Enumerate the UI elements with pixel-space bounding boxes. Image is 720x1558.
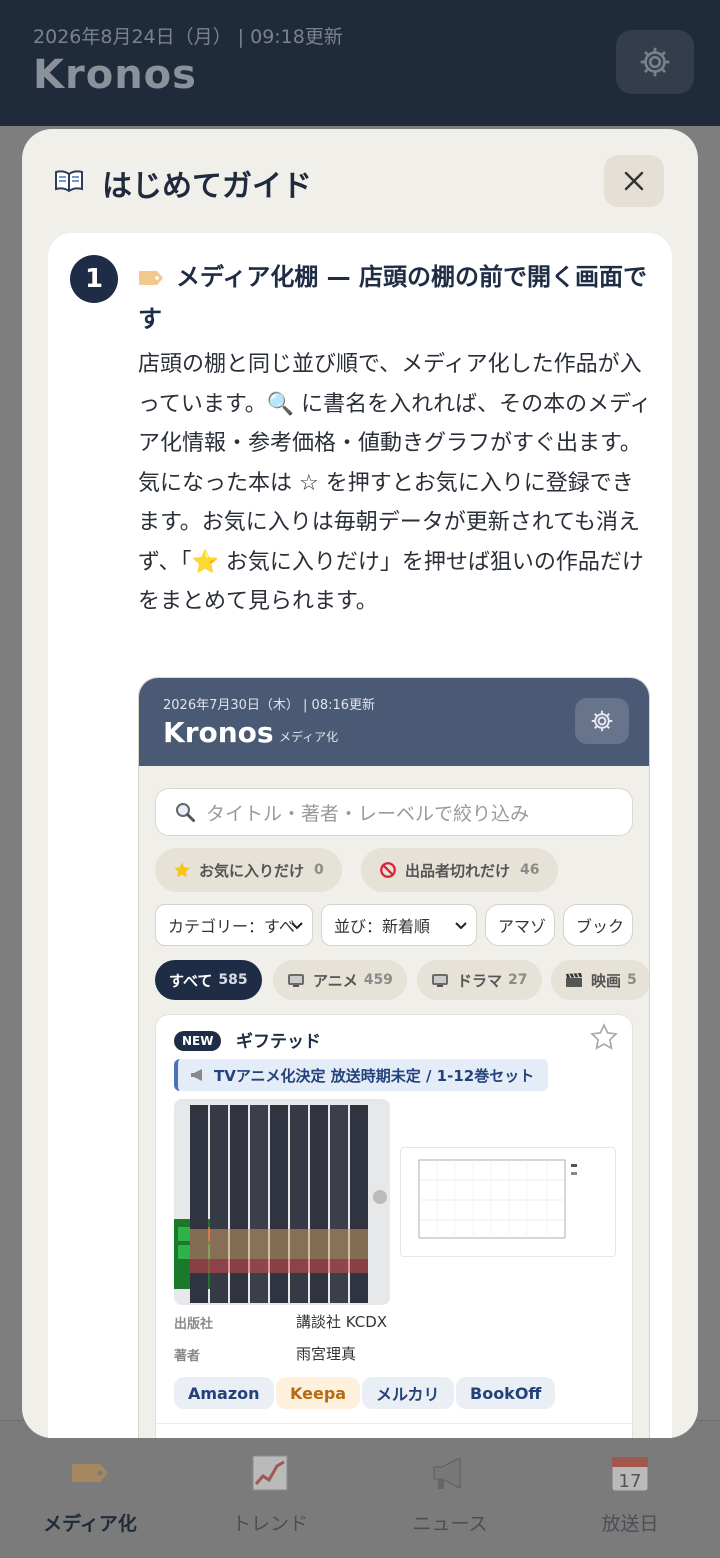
step-title: メディア化棚 — 店頭の棚の前で開く画面です [138, 257, 652, 339]
book-cover-image [174, 1099, 390, 1305]
category-select: カテゴリー：すべ [155, 904, 313, 946]
megaphone-icon [428, 1451, 472, 1495]
settings-button[interactable] [616, 30, 694, 94]
divider [156, 1423, 634, 1424]
preview-header: 2026年7月30日（木） | 08:16更新 Kronos メディア化 [139, 678, 649, 766]
step-number: 1 [70, 255, 118, 303]
favorite-star-icon [590, 1023, 618, 1055]
amazon-link: Amazon [174, 1377, 274, 1409]
tag-icon [68, 1451, 112, 1495]
category-tab-movie: 映画 5 [551, 960, 649, 1000]
keepa-link: Keepa [276, 1377, 361, 1409]
open-book-icon [54, 169, 84, 197]
modal-title: はじめてガイド [102, 169, 312, 204]
svg-text:17: 17 [619, 1471, 642, 1492]
tag-icon [138, 259, 164, 299]
category-tab-anime: アニメ 459 [273, 960, 407, 1000]
clapper-icon [565, 972, 583, 988]
amazon-filter: アマゾ [485, 904, 555, 946]
price-history-chart [400, 1147, 616, 1257]
gear-icon [591, 710, 613, 732]
preview-settings-button [575, 698, 629, 744]
search-icon [174, 801, 196, 823]
trend-icon [248, 1451, 292, 1495]
guide-modal: はじめてガイド 1 メディア化棚 — 店頭の棚の前で開く画面です 店頭の棚と同じ… [22, 129, 698, 1438]
nav-trend[interactable]: トレンド [180, 1421, 360, 1558]
star-icon [173, 861, 191, 879]
tv-icon [431, 972, 449, 988]
bottom-nav: メディア化 トレンド ニュース 17 放送日 [0, 1420, 720, 1558]
category-tab-all: すべて 585 [155, 960, 262, 1000]
soldout-filter-chip: 出品者切れだけ 46 [361, 848, 558, 892]
tv-icon [287, 972, 305, 988]
update-timestamp: 2026年8月24日（月） | 09:18更新 [33, 26, 343, 48]
preview-timestamp: 2026年7月30日（木） | 08:16更新 [163, 698, 376, 713]
nav-media[interactable]: メディア化 [0, 1421, 180, 1558]
chevron-down-icon [291, 922, 303, 930]
modal-header: はじめてガイド [22, 129, 698, 233]
preview-search-input: タイトル・著者・レーベルで絞り込み [155, 788, 633, 836]
chevron-down-icon [455, 922, 467, 930]
list-item: NEW ギフテッド TVアニメ化決定 放送時期未定 / 1-12巻セット 出版社… [155, 1014, 634, 1438]
preview-title: Kronos [163, 716, 274, 749]
bookoff-link: BookOff [456, 1377, 556, 1409]
guide-step-card: 1 メディア化棚 — 店頭の棚の前で開く画面です 店頭の棚と同じ並び順で、メディ… [48, 233, 672, 1438]
close-icon [624, 171, 644, 191]
sort-select: 並び：新着順 [321, 904, 477, 946]
preview-subtitle: メディア化 [279, 730, 339, 744]
item-title: ギフテッド [236, 1032, 321, 1052]
megaphone-icon [190, 1068, 206, 1082]
media-announcement: TVアニメ化決定 放送時期未定 / 1-12巻セット [174, 1059, 549, 1091]
close-button[interactable] [604, 155, 664, 207]
preview-screenshot: 2026年7月30日（木） | 08:16更新 Kronos メディア化 タイト… [138, 677, 650, 1438]
app-header: 2026年8月24日（月） | 09:18更新 Kronos [0, 0, 720, 126]
category-tab-drama: ドラマ 27 [417, 960, 542, 1000]
author-value: 雨宮理真 [296, 1345, 357, 1363]
mercari-link: メルカリ [362, 1377, 454, 1409]
author-label: 著者 [174, 1349, 201, 1364]
bookoff-filter: ブック [563, 904, 633, 946]
prohibited-icon [379, 861, 397, 879]
publisher-value: 講談社 KCDX [296, 1313, 388, 1331]
gear-icon [640, 47, 670, 77]
app-title: Kronos [33, 52, 197, 98]
publisher-label: 出版社 [174, 1317, 214, 1332]
step-description: 店頭の棚と同じ並び順で、メディア化した作品が入っています。🔍 に書名を入れれば、… [138, 352, 652, 614]
favorites-filter-chip: お気に入りだけ 0 [155, 848, 342, 892]
calendar-icon: 17 [608, 1451, 652, 1495]
new-badge: NEW [174, 1031, 222, 1051]
nav-broadcast[interactable]: 17 放送日 [540, 1421, 720, 1558]
nav-news[interactable]: ニュース [360, 1421, 540, 1558]
